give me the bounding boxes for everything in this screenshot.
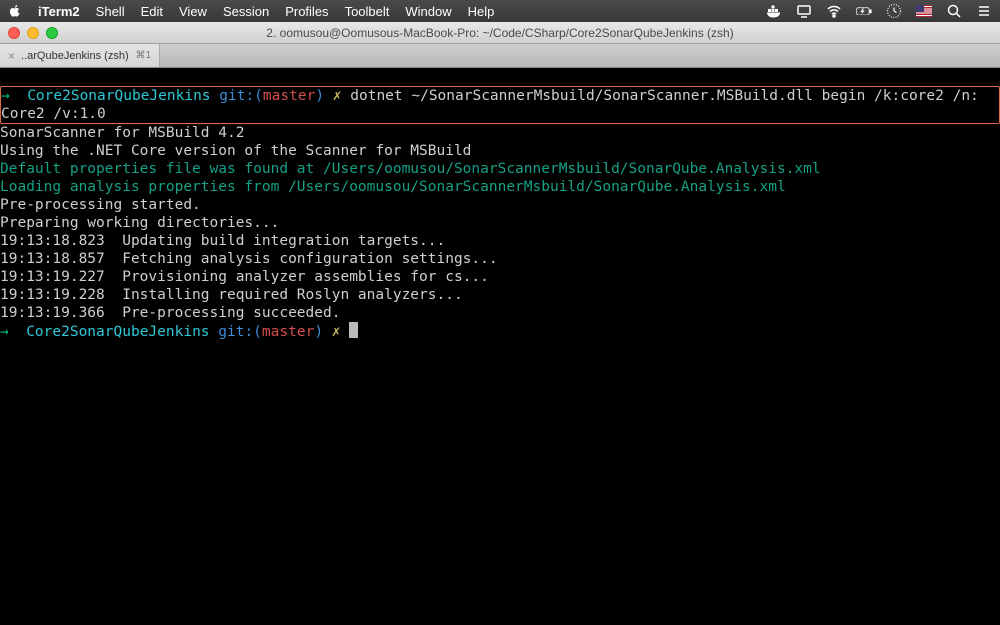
- terminal-cursor: [349, 322, 358, 338]
- prompt-git-label: git:(: [218, 324, 262, 340]
- menu-edit[interactable]: Edit: [141, 4, 163, 19]
- display-icon[interactable]: [796, 3, 812, 19]
- clock-icon[interactable]: [886, 3, 902, 19]
- docker-icon[interactable]: [766, 3, 782, 19]
- menu-shell[interactable]: Shell: [96, 4, 125, 19]
- close-button[interactable]: [8, 27, 20, 39]
- output-line: Default properties file was found at /Us…: [0, 161, 821, 177]
- menu-list-icon[interactable]: [976, 3, 992, 19]
- fullscreen-button[interactable]: [46, 27, 58, 39]
- minimize-button[interactable]: [27, 27, 39, 39]
- output-line: SonarScanner for MSBuild 4.2: [0, 125, 244, 141]
- tab-shortcut: ⌘1: [135, 50, 151, 61]
- prompt-dirty-icon: ✗: [332, 324, 341, 340]
- output-line: 19:13:18.857 Fetching analysis configura…: [0, 251, 498, 267]
- output-line: 19:13:18.823 Updating build integration …: [0, 233, 445, 249]
- battery-icon[interactable]: [856, 3, 872, 19]
- output-line: 19:13:19.366 Pre-processing succeeded.: [0, 305, 340, 321]
- menu-view[interactable]: View: [179, 4, 207, 19]
- wifi-icon[interactable]: [826, 3, 842, 19]
- tab-label: ..arQubeJenkins (zsh): [21, 50, 129, 62]
- command-text-line1: dotnet ~/SonarScannerMsbuild/SonarScanne…: [350, 88, 979, 104]
- output-line: Loading analysis properties from /Users/…: [0, 179, 786, 195]
- traffic-lights: [8, 27, 58, 39]
- terminal-viewport[interactable]: → Core2SonarQubeJenkins git:(master) ✗ d…: [0, 68, 1000, 625]
- prompt-git-close: ): [315, 88, 324, 104]
- prompt-git-close: ): [314, 324, 323, 340]
- apple-icon[interactable]: [8, 4, 22, 18]
- window-titlebar: 2. oomusou@Oomusous-MacBook-Pro: ~/Code/…: [0, 22, 1000, 44]
- tab-bar: × ..arQubeJenkins (zsh) ⌘1: [0, 44, 1000, 68]
- prompt-arrow: →: [0, 324, 9, 340]
- terminal-tab[interactable]: × ..arQubeJenkins (zsh) ⌘1: [0, 44, 160, 67]
- menu-session[interactable]: Session: [223, 4, 269, 19]
- output-line: Pre-processing started.: [0, 197, 201, 213]
- input-flag-icon[interactable]: [916, 3, 932, 19]
- prompt-branch: master: [262, 324, 314, 340]
- spotlight-icon[interactable]: [946, 3, 962, 19]
- macos-menubar: iTerm2 Shell Edit View Session Profiles …: [0, 0, 1000, 22]
- output-line: Using the .NET Core version of the Scann…: [0, 143, 471, 159]
- prompt-branch: master: [263, 88, 315, 104]
- command-highlight-box: → Core2SonarQubeJenkins git:(master) ✗ d…: [0, 86, 1000, 124]
- close-tab-icon[interactable]: ×: [8, 49, 15, 63]
- menu-window[interactable]: Window: [405, 4, 451, 19]
- menu-toolbelt[interactable]: Toolbelt: [345, 4, 390, 19]
- output-line: 19:13:19.227 Provisioning analyzer assem…: [0, 269, 489, 285]
- prompt-dirty-icon: ✗: [333, 88, 342, 104]
- menubar-app-name[interactable]: iTerm2: [38, 4, 80, 19]
- prompt-git-label: git:(: [219, 88, 263, 104]
- prompt-arrow: →: [1, 88, 10, 104]
- prompt-cwd: Core2SonarQubeJenkins: [26, 324, 209, 340]
- command-text-line2: Core2 /v:1.0: [1, 106, 106, 122]
- output-line: 19:13:19.228 Installing required Roslyn …: [0, 287, 463, 303]
- prompt-cwd: Core2SonarQubeJenkins: [27, 88, 210, 104]
- output-line: Preparing working directories...: [0, 215, 279, 231]
- menu-help[interactable]: Help: [468, 4, 495, 19]
- window-title: 2. oomusou@Oomusous-MacBook-Pro: ~/Code/…: [0, 26, 1000, 40]
- menu-profiles[interactable]: Profiles: [285, 4, 328, 19]
